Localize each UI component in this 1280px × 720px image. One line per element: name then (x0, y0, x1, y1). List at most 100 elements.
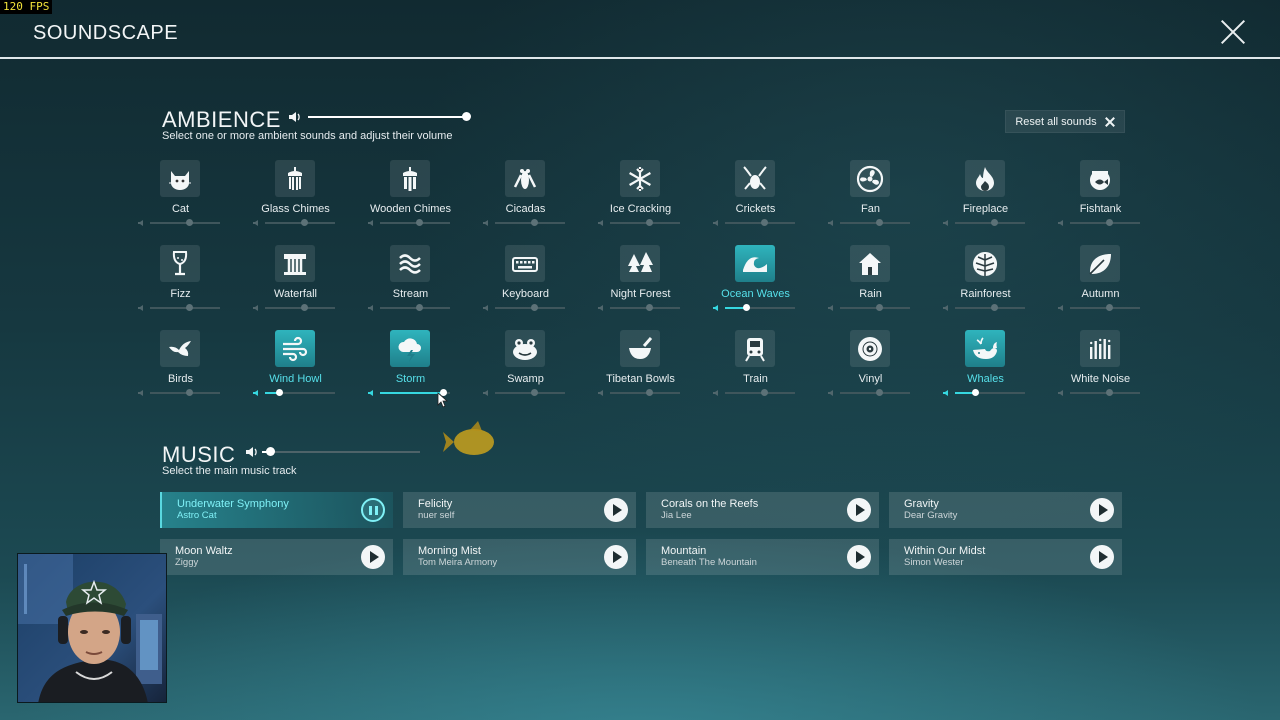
play-icon[interactable] (847, 545, 871, 569)
ambience-item[interactable]: Glass Chimes (238, 160, 353, 245)
ambience-toggle-button[interactable] (1080, 245, 1120, 282)
ambience-item[interactable]: Tibetan Bowls (583, 330, 698, 415)
pause-icon[interactable] (361, 498, 385, 522)
ambience-toggle-button[interactable] (850, 160, 890, 197)
slider-thumb[interactable] (265, 447, 275, 456)
ambience-volume-slider[interactable] (138, 388, 220, 398)
ambience-volume-slider[interactable] (253, 303, 335, 313)
play-icon[interactable] (847, 498, 871, 522)
ambience-toggle-button[interactable] (965, 245, 1005, 282)
ambience-item[interactable]: Autumn (1043, 245, 1158, 330)
ambience-toggle-button[interactable] (390, 330, 430, 367)
ambience-item[interactable]: White Noise (1043, 330, 1158, 415)
slider-thumb[interactable] (276, 389, 283, 396)
music-track-card[interactable]: Within Our Midst Simon Wester (889, 539, 1122, 575)
close-button[interactable] (1216, 16, 1250, 48)
ambience-item[interactable]: Waterfall (238, 245, 353, 330)
ambience-volume-slider[interactable] (943, 388, 1025, 398)
slider-thumb[interactable] (530, 219, 538, 226)
music-track-card[interactable]: Morning Mist Tom Meira Armony (403, 539, 636, 575)
slider-thumb[interactable] (185, 219, 193, 226)
slider-thumb[interactable] (530, 304, 538, 311)
ambience-volume-slider[interactable] (368, 303, 450, 313)
slider-thumb[interactable] (990, 304, 998, 311)
ambience-volume-slider[interactable] (253, 388, 335, 398)
slider-thumb[interactable] (1105, 304, 1113, 311)
ambience-volume-slider[interactable] (483, 388, 565, 398)
slider-thumb[interactable] (990, 219, 998, 226)
slider-thumb[interactable] (645, 389, 653, 396)
ambience-volume-slider[interactable] (828, 303, 910, 313)
play-icon[interactable] (361, 545, 385, 569)
slider-thumb[interactable] (415, 219, 423, 226)
ambience-toggle-button[interactable] (505, 330, 545, 367)
ambience-toggle-button[interactable] (620, 245, 660, 282)
slider-thumb[interactable] (185, 304, 193, 311)
ambience-item[interactable]: Vinyl (813, 330, 928, 415)
music-track-card[interactable]: Corals on the Reefs Jia Lee (646, 492, 879, 528)
music-track-card[interactable]: Mountain Beneath The Mountain (646, 539, 879, 575)
slider-thumb[interactable] (1105, 219, 1113, 226)
slider-thumb[interactable] (760, 389, 768, 396)
ambience-toggle-button[interactable] (390, 245, 430, 282)
ambience-toggle-button[interactable] (965, 330, 1005, 367)
play-icon[interactable] (1090, 545, 1114, 569)
ambience-item[interactable]: Fan (813, 160, 928, 245)
ambience-toggle-button[interactable] (505, 160, 545, 197)
ambience-volume-slider[interactable] (828, 388, 910, 398)
ambience-item[interactable]: Ocean Waves (698, 245, 813, 330)
ambience-toggle-button[interactable] (275, 160, 315, 197)
slider-thumb[interactable] (875, 304, 883, 311)
ambience-item[interactable]: Crickets (698, 160, 813, 245)
ambience-volume-slider[interactable] (713, 388, 795, 398)
ambience-volume-slider[interactable] (308, 112, 471, 122)
slider-thumb[interactable] (875, 219, 883, 226)
ambience-volume-slider[interactable] (713, 303, 795, 313)
ambience-volume-slider[interactable] (1058, 388, 1140, 398)
slider-thumb[interactable] (300, 304, 308, 311)
slider-thumb[interactable] (415, 304, 423, 311)
ambience-toggle-button[interactable] (965, 160, 1005, 197)
ambience-item[interactable]: Whales (928, 330, 1043, 415)
ambience-toggle-button[interactable] (735, 160, 775, 197)
ambience-item[interactable]: Ice Cracking (583, 160, 698, 245)
ambience-item[interactable]: Swamp (468, 330, 583, 415)
ambience-item[interactable]: Fishtank (1043, 160, 1158, 245)
ambience-volume-slider[interactable] (828, 218, 910, 228)
ambience-volume-slider[interactable] (598, 218, 680, 228)
ambience-item[interactable]: Wind Howl (238, 330, 353, 415)
ambience-volume-slider[interactable] (598, 388, 680, 398)
ambience-volume-slider[interactable] (1058, 303, 1140, 313)
slider-thumb[interactable] (300, 219, 308, 226)
ambience-toggle-button[interactable] (850, 245, 890, 282)
play-icon[interactable] (1090, 498, 1114, 522)
slider-thumb[interactable] (743, 304, 750, 311)
slider-thumb[interactable] (185, 389, 193, 396)
slider-thumb[interactable] (971, 389, 979, 396)
slider-thumb[interactable] (462, 112, 471, 121)
ambience-toggle-button[interactable] (850, 330, 890, 367)
ambience-volume-slider[interactable] (943, 303, 1025, 313)
ambience-volume-slider[interactable] (943, 218, 1025, 228)
ambience-item[interactable]: Train (698, 330, 813, 415)
ambience-toggle-button[interactable] (620, 160, 660, 197)
ambience-toggle-button[interactable] (1080, 160, 1120, 197)
ambience-volume-slider[interactable] (1058, 218, 1140, 228)
music-volume-slider[interactable] (262, 447, 420, 457)
music-track-card[interactable]: Gravity Dear Gravity (889, 492, 1122, 528)
ambience-toggle-button[interactable] (160, 245, 200, 282)
ambience-item[interactable]: Night Forest (583, 245, 698, 330)
slider-thumb[interactable] (530, 389, 538, 396)
ambience-item[interactable]: Rain (813, 245, 928, 330)
slider-thumb[interactable] (1105, 389, 1113, 396)
ambience-volume-slider[interactable] (138, 303, 220, 313)
ambience-item[interactable]: Fizz (123, 245, 238, 330)
ambience-item[interactable]: Birds (123, 330, 238, 415)
ambience-toggle-button[interactable] (620, 330, 660, 367)
ambience-toggle-button[interactable] (160, 330, 200, 367)
ambience-volume-slider[interactable] (483, 218, 565, 228)
ambience-volume-slider[interactable] (713, 218, 795, 228)
ambience-item[interactable]: Stream (353, 245, 468, 330)
play-icon[interactable] (604, 545, 628, 569)
ambience-item[interactable]: Cat (123, 160, 238, 245)
